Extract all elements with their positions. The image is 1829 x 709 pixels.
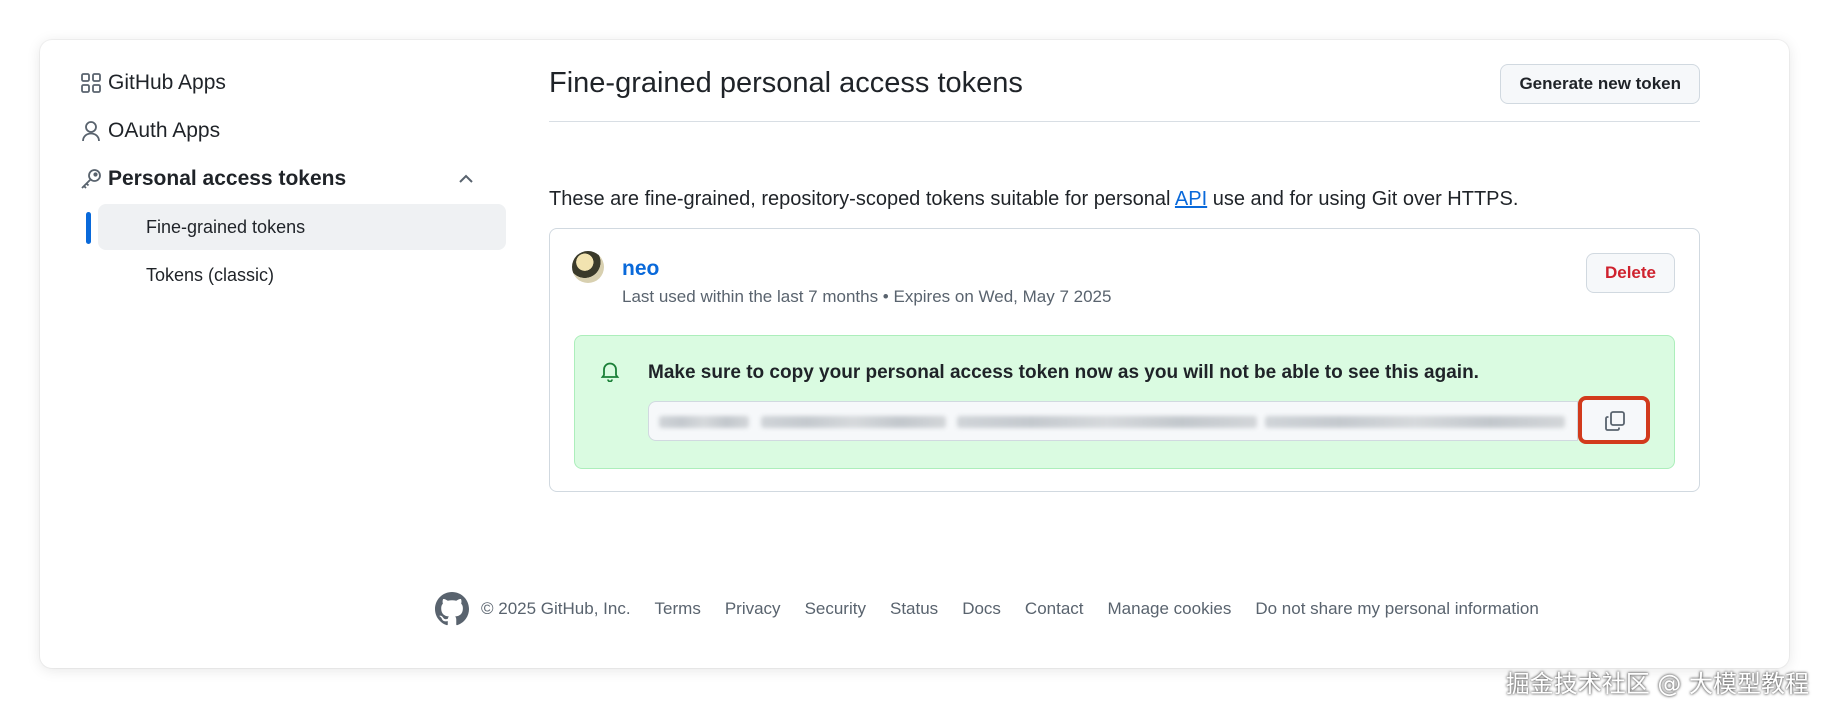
footer-link-docs[interactable]: Docs [962, 599, 1001, 619]
footer-link-manage-cookies[interactable]: Manage cookies [1108, 599, 1232, 619]
page-description: These are fine-grained, repository-scope… [549, 188, 1518, 211]
sidebar-item-label: GitHub Apps [108, 71, 226, 94]
avatar [572, 251, 604, 283]
sidebar-subitem-label: Fine-grained tokens [146, 216, 306, 237]
settings-sidebar: GitHub Apps OAuth Apps Personal access t… [68, 60, 506, 300]
description-text: These are fine-grained, repository-scope… [549, 188, 1175, 210]
blurred-token-text [1265, 416, 1565, 428]
chevron-up-icon[interactable] [456, 169, 476, 189]
person-icon [82, 121, 100, 142]
sidebar-item-label: Personal access tokens [108, 167, 347, 190]
token-meta: Last used within the last 7 months • Exp… [622, 287, 1112, 306]
sidebar-item-oauth-apps[interactable]: OAuth Apps [68, 108, 488, 154]
watermark: 掘金技术社区 @ 大模型教程 [1505, 670, 1809, 698]
sidebar-subitem-label: Tokens (classic) [146, 264, 275, 285]
footer-link-contact[interactable]: Contact [1025, 599, 1084, 619]
active-indicator [86, 212, 91, 244]
blurred-token-text [957, 416, 1257, 428]
footer-link-security[interactable]: Security [805, 599, 866, 619]
sidebar-item-label: OAuth Apps [108, 119, 221, 142]
api-link[interactable]: API [1175, 188, 1207, 210]
title-divider [549, 121, 1700, 122]
sidebar-item-tokens-classic[interactable]: Tokens (classic) [98, 252, 506, 298]
sidebar-item-fine-grained-tokens[interactable]: Fine-grained tokens [86, 204, 506, 250]
token-value-field[interactable] [648, 401, 1578, 441]
blurred-token-text [659, 416, 749, 428]
token-name-link[interactable]: neo [622, 257, 659, 281]
token-card: neo Last used within the last 7 months •… [549, 228, 1700, 492]
sidebar-item-personal-access-tokens[interactable]: Personal access tokens [68, 156, 488, 202]
main-content: Fine-grained personal access tokens Gene… [549, 64, 1700, 492]
flash-message: Make sure to copy your personal access t… [648, 362, 1479, 383]
apps-grid-icon [81, 73, 101, 93]
description-text: use and for using Git over HTTPS. [1207, 188, 1519, 210]
copy-icon [1605, 411, 1625, 431]
bell-icon [600, 362, 620, 382]
generate-new-token-button[interactable]: Generate new token [1500, 64, 1700, 104]
key-icon [81, 169, 101, 189]
footer-link-do-not-share[interactable]: Do not share my personal information [1255, 599, 1538, 619]
sidebar-item-github-apps[interactable]: GitHub Apps [68, 60, 488, 106]
footer-copyright: © 2025 GitHub, Inc. [481, 599, 631, 618]
footer-link-privacy[interactable]: Privacy [725, 599, 781, 619]
footer-link-status[interactable]: Status [890, 599, 938, 619]
footer-link-terms[interactable]: Terms [655, 599, 701, 619]
delete-token-button[interactable]: Delete [1585, 253, 1675, 293]
copy-token-flash: Make sure to copy your personal access t… [574, 335, 1675, 469]
site-footer: © 2025 GitHub, Inc. Terms Privacy Securi… [435, 592, 1539, 626]
blurred-token-text [761, 416, 946, 428]
copy-token-button[interactable] [1578, 396, 1650, 444]
github-logo-icon[interactable] [435, 592, 469, 626]
settings-window: GitHub Apps OAuth Apps Personal access t… [40, 40, 1789, 668]
